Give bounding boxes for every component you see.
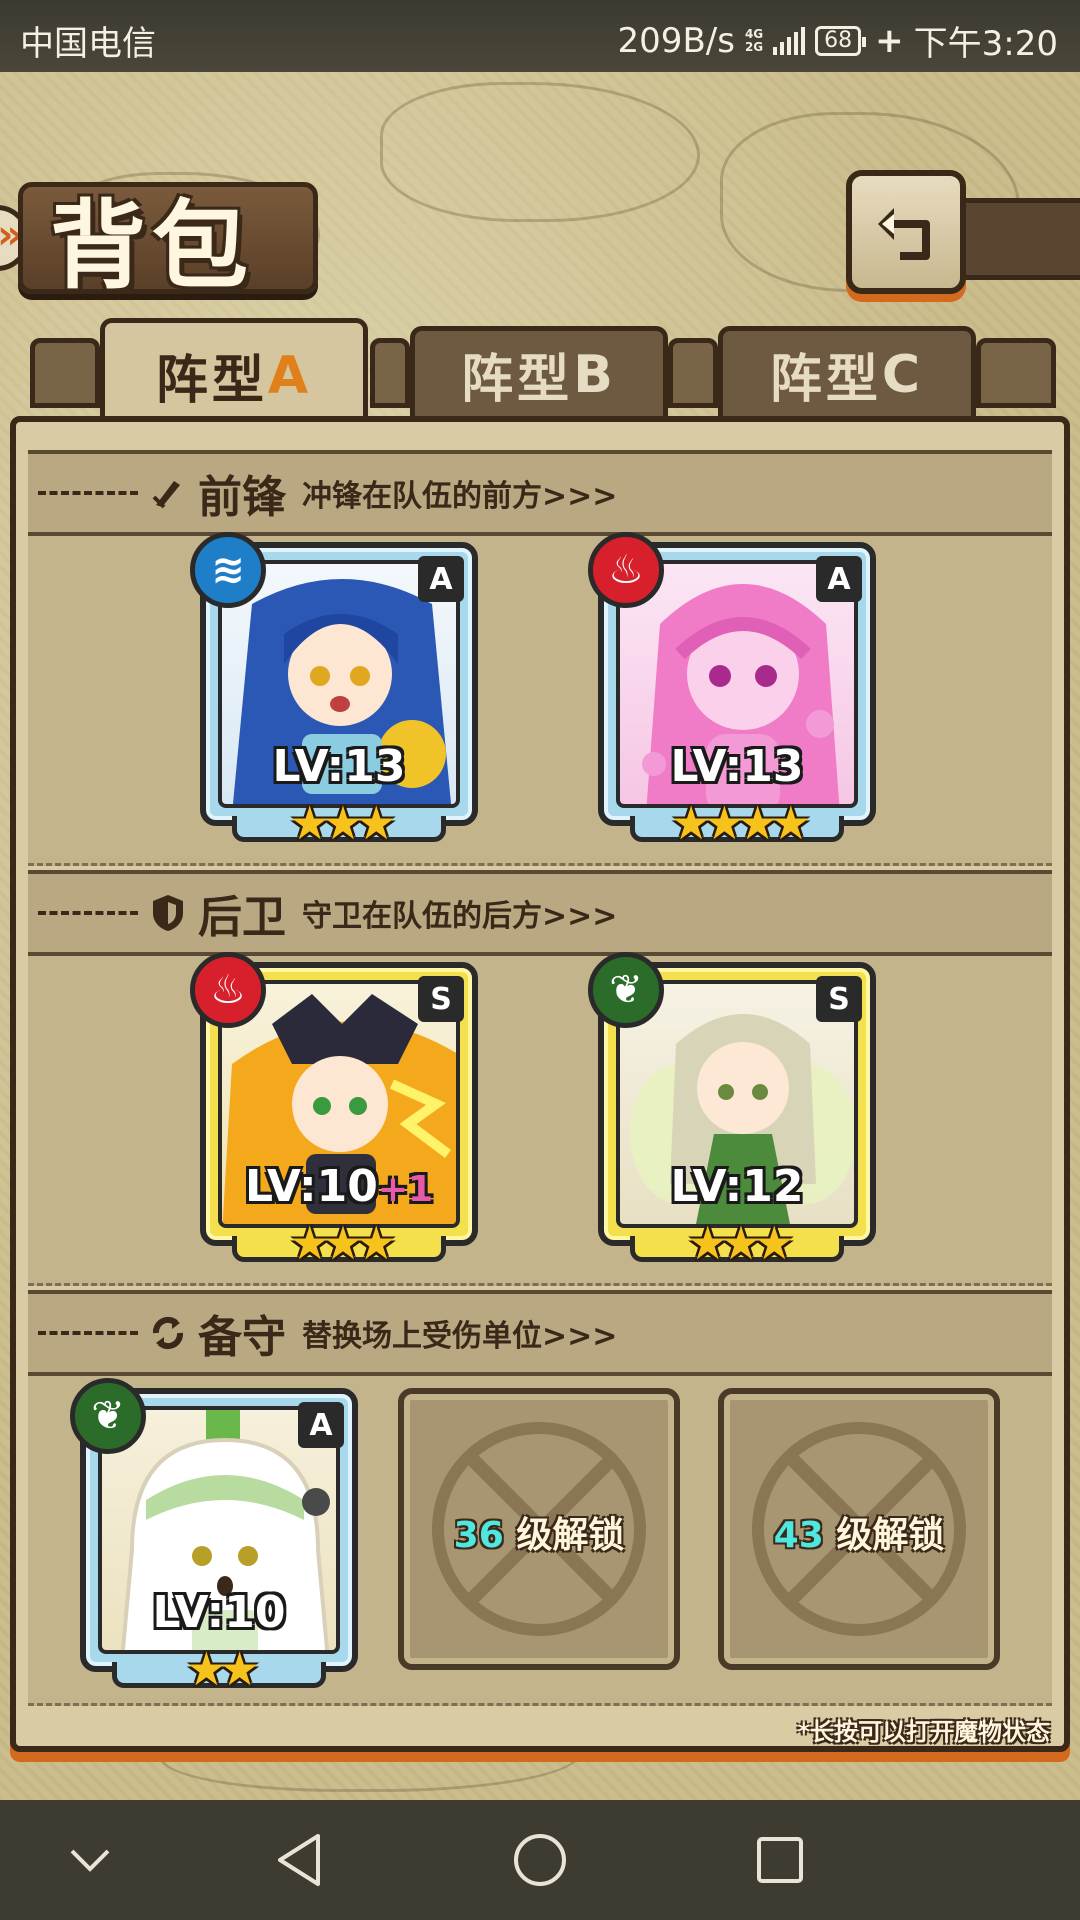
rank-badge: A [816,556,862,602]
locked-slot-2[interactable]: 43 级解锁 [718,1388,1000,1670]
rank-badge: A [298,1402,344,1448]
section-title: 后卫 [198,892,286,943]
hide-nav-button[interactable] [58,1828,122,1892]
tab-label: 阵型 [461,350,574,410]
unit-level: LV:10 [152,1587,286,1638]
section-header-reserve: 备守 替换场上受伤单位>>> [28,1290,1052,1376]
clock: 下午3:20 [913,24,1058,64]
section-desc: 冲锋在队伍的前方>>> [302,479,618,514]
triangle-back-icon [278,1834,320,1886]
unit-card-rear-2[interactable]: S ❦ LV:12 ★★★ [588,952,876,1270]
home-nav-button[interactable] [508,1828,572,1892]
fire-element-icon: ♨ [588,532,664,608]
unit-card-front-1[interactable]: A ≋ LV:13 ★★★ [190,532,478,850]
unit-card-reserve-1[interactable]: A ❦ LV:10 ★★ [70,1378,358,1696]
star-rating: ★★ [185,1642,260,1696]
recents-nav-button[interactable] [748,1828,812,1892]
signal-icon [773,26,806,55]
tab-letter: C [881,344,925,405]
unit-card-front-2[interactable]: A ♨ LV:13 ★★★★ [588,532,876,850]
circle-home-icon [514,1834,566,1886]
back-nav-button[interactable] [268,1828,332,1892]
page-title: 背包 [50,190,254,302]
tab-formation-c[interactable]: 阵型 C [718,326,976,418]
network-speed: 209B/s [617,20,735,61]
sword-icon [148,473,188,513]
unit-card-rear-1[interactable]: S ♨ LV:10+1 ★★★ [190,952,478,1270]
rank-badge: A [418,556,464,602]
unlock-requirement: 36 级解锁 [453,1515,625,1556]
water-element-icon: ≋ [190,532,266,608]
square-recents-icon [757,1837,803,1883]
rank-badge: S [816,976,862,1022]
star-rating: ★★★ [289,1216,397,1270]
back-arrow-icon [878,208,930,260]
tab-label: 阵型 [769,350,882,410]
tab-divider [370,338,410,408]
star-rating: ★★★★ [670,796,812,850]
tab-formation-a[interactable]: 阵型 A [100,318,368,428]
unit-level: LV:13 [272,741,406,792]
unit-level: LV:10+1 [244,1161,434,1212]
star-rating: ★★★ [687,1216,795,1270]
section-header-rear: 后卫 守卫在队伍的后方>>> [28,870,1052,956]
system-nav-bar [0,1784,1080,1920]
tab-divider [668,338,718,408]
network-type-icon: 4G 2G [744,26,764,54]
chevron-down-icon [70,1849,110,1872]
locked-slot-1[interactable]: 36 级解锁 [398,1388,680,1670]
level-bonus: +1 [377,1169,434,1210]
rear-row [28,956,1052,1286]
section-desc: 替换场上受伤单位>>> [302,1319,618,1354]
status-bar: 中国电信 209B/s 4G 2G 68 + 下午3:20 [0,0,1080,86]
section-desc: 守卫在队伍的后方>>> [302,899,618,934]
tab-label: 阵型 [155,351,268,411]
tab-divider [976,338,1056,408]
tab-letter: B [573,344,617,405]
unit-level: LV:13 [670,741,804,792]
fire-element-icon: ♨ [190,952,266,1028]
unlock-requirement: 43 级解锁 [773,1515,945,1556]
tab-divider [30,338,100,408]
back-button-tab [960,198,1080,280]
section-title: 前锋 [198,472,286,523]
long-press-hint: *长按可以打开魔物状态 [797,1718,1050,1746]
charging-icon: + [875,20,904,61]
nature-element-icon: ❦ [70,1378,146,1454]
star-rating: ★★★ [289,796,397,850]
back-button[interactable] [846,170,966,294]
shield-icon [148,893,188,933]
section-title: 备守 [198,1312,286,1363]
carrier-name: 中国电信 [20,24,156,64]
nature-element-icon: ❦ [588,952,664,1028]
front-row [28,536,1052,866]
rank-badge: S [418,976,464,1022]
unit-level: LV:12 [670,1161,804,1212]
battery-icon: 68 [815,25,867,56]
tab-letter: A [267,345,313,406]
tab-formation-b[interactable]: 阵型 B [410,326,668,418]
swap-icon [148,1313,188,1353]
section-header-front: 前锋 冲锋在队伍的前方>>> [28,450,1052,536]
